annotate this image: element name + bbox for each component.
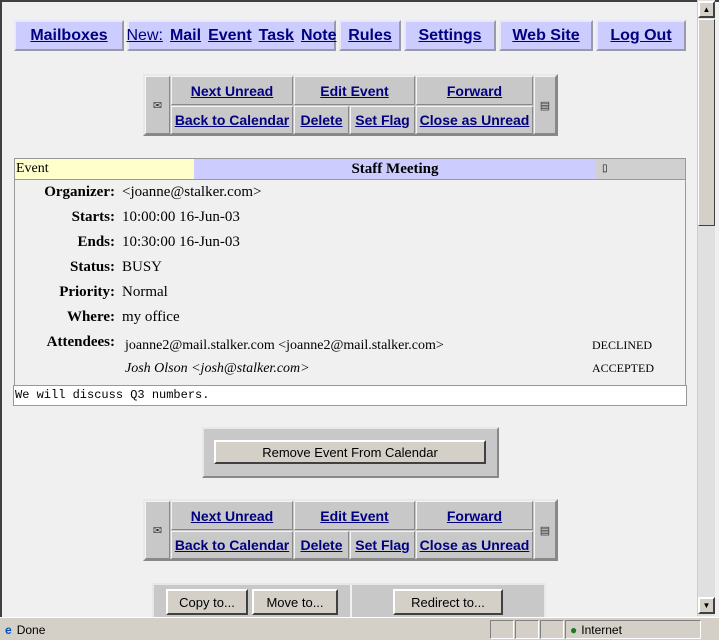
- set-flag-link[interactable]: Set Flag: [355, 537, 409, 553]
- new-note-link[interactable]: Note: [301, 27, 337, 45]
- mailboxes-link[interactable]: Mailboxes: [30, 27, 107, 45]
- field-organizer: Organizer: <joanne@stalker.com>: [14, 184, 686, 204]
- nav-mailboxes[interactable]: Mailboxes: [14, 20, 124, 51]
- field-where: Where: my office: [14, 309, 686, 329]
- status-panel: [540, 620, 564, 639]
- scroll-down-arrow-icon[interactable]: ▼: [698, 597, 715, 614]
- attendee-status: ACCEPTED: [592, 361, 655, 375]
- vertical-scrollbar[interactable]: ▲ ▼: [697, 0, 715, 616]
- field-value: 10:30:00 16-Jun-03: [122, 234, 240, 250]
- nav-settings[interactable]: Settings: [404, 20, 496, 51]
- event-type-label: Event: [15, 159, 194, 179]
- envelope-icon[interactable]: ✉: [145, 501, 170, 559]
- nav-web-site[interactable]: Web Site: [499, 20, 593, 51]
- forward-link[interactable]: Forward: [447, 83, 502, 99]
- settings-link[interactable]: Settings: [418, 27, 481, 45]
- back-to-calendar-button[interactable]: Back to Calendar: [171, 531, 293, 559]
- move-to-button[interactable]: Move to...: [252, 589, 338, 615]
- status-panel: [490, 620, 514, 639]
- copy-to-button[interactable]: Copy to...: [166, 589, 248, 615]
- close-as-unread-button[interactable]: Close as Unread: [416, 106, 533, 134]
- message-toolbar-bottom: ✉ Next Unread Edit Event Forward Back to…: [143, 499, 558, 561]
- new-event-link[interactable]: Event: [208, 27, 252, 45]
- nav-rules[interactable]: Rules: [339, 20, 401, 51]
- field-value: Normal: [122, 284, 168, 300]
- new-label[interactable]: New:: [127, 27, 163, 45]
- field-label: Status:: [69, 259, 115, 275]
- field-label: Priority:: [59, 284, 115, 300]
- new-mail-link[interactable]: Mail: [170, 27, 201, 45]
- field-value: <joanne@stalker.com>: [122, 184, 262, 200]
- attendee-name: joanne2@mail.stalker.com <joanne2@mail.s…: [125, 338, 444, 353]
- top-navigation: Mailboxes New: Mail Event Task Note Rule…: [14, 20, 686, 51]
- remove-event-button[interactable]: Remove Event From Calendar: [214, 440, 486, 464]
- rules-link[interactable]: Rules: [348, 27, 392, 45]
- set-flag-button[interactable]: Set Flag: [350, 531, 415, 559]
- edit-event-link[interactable]: Edit Event: [320, 83, 388, 99]
- redirect-to-button[interactable]: Redirect to...: [393, 589, 503, 615]
- event-title: Staff Meeting: [194, 159, 596, 179]
- close-as-unread-link[interactable]: Close as Unread: [420, 112, 530, 128]
- status-text-panel: e Done: [1, 620, 465, 639]
- attendee-status: DECLINED: [592, 338, 652, 352]
- zone-text: Internet: [581, 622, 622, 637]
- delete-button[interactable]: Delete: [294, 106, 349, 134]
- next-unread-button[interactable]: Next Unread: [171, 76, 293, 105]
- back-to-calendar-link[interactable]: Back to Calendar: [175, 537, 289, 553]
- field-label: Ends:: [77, 234, 115, 250]
- field-label: Organizer:: [44, 184, 115, 200]
- export-icon[interactable]: ▯: [596, 159, 685, 179]
- envelope-icon[interactable]: ✉: [145, 76, 170, 134]
- event-header: Event Staff Meeting ▯: [14, 158, 686, 180]
- nav-new: New: Mail Event Task Note: [127, 20, 337, 51]
- status-text: Done: [16, 622, 46, 637]
- printer-icon[interactable]: ▤: [534, 76, 556, 134]
- status-bar: e Done ● Internet: [0, 617, 719, 640]
- field-label: Where:: [66, 309, 115, 325]
- scroll-up-arrow-icon[interactable]: ▲: [698, 1, 715, 18]
- event-body: We will discuss Q3 numbers.: [13, 385, 687, 406]
- field-value: my office: [122, 309, 180, 325]
- field-value: 10:00:00 16-Jun-03: [122, 209, 240, 225]
- delete-link[interactable]: Delete: [300, 112, 342, 128]
- ie-page-icon: e: [5, 622, 12, 637]
- back-to-calendar-button[interactable]: Back to Calendar: [171, 106, 293, 134]
- back-to-calendar-link[interactable]: Back to Calendar: [175, 112, 289, 128]
- edit-event-link[interactable]: Edit Event: [320, 508, 388, 524]
- edit-event-button[interactable]: Edit Event: [294, 501, 415, 530]
- new-task-link[interactable]: Task: [259, 27, 294, 45]
- edit-event-button[interactable]: Edit Event: [294, 76, 415, 105]
- zone-panel: ● Internet: [565, 620, 701, 639]
- set-flag-button[interactable]: Set Flag: [350, 106, 415, 134]
- panel-divider: [350, 585, 352, 617]
- scrollbar-thumb[interactable]: [698, 19, 715, 226]
- web-site-link[interactable]: Web Site: [512, 27, 579, 45]
- forward-button[interactable]: Forward: [416, 501, 533, 530]
- field-ends: Ends: 10:30:00 16-Jun-03: [14, 234, 686, 254]
- attendee-name: Josh Olson <josh@stalker.com>: [125, 361, 310, 376]
- printer-icon[interactable]: ▤: [534, 501, 556, 559]
- status-panel: [515, 620, 539, 639]
- field-value: BUSY: [122, 259, 163, 275]
- delete-link[interactable]: Delete: [300, 537, 342, 553]
- log-out-link[interactable]: Log Out: [610, 27, 671, 45]
- next-unread-link[interactable]: Next Unread: [191, 83, 273, 99]
- delete-button[interactable]: Delete: [294, 531, 349, 559]
- set-flag-link[interactable]: Set Flag: [355, 112, 409, 128]
- next-unread-link[interactable]: Next Unread: [191, 508, 273, 524]
- field-starts: Starts: 10:00:00 16-Jun-03: [14, 209, 686, 229]
- close-as-unread-button[interactable]: Close as Unread: [416, 531, 533, 559]
- forward-link[interactable]: Forward: [447, 508, 502, 524]
- field-label: Attendees:: [46, 334, 115, 350]
- field-label: Starts:: [71, 209, 115, 225]
- field-status: Status: BUSY: [14, 259, 686, 279]
- field-priority: Priority: Normal: [14, 284, 686, 304]
- next-unread-button[interactable]: Next Unread: [171, 501, 293, 530]
- forward-button[interactable]: Forward: [416, 76, 533, 105]
- nav-log-out[interactable]: Log Out: [596, 20, 686, 51]
- message-toolbar-top: ✉ Next Unread Edit Event Forward Back to…: [143, 74, 558, 136]
- globe-icon: ●: [570, 622, 578, 637]
- close-as-unread-link[interactable]: Close as Unread: [420, 537, 530, 553]
